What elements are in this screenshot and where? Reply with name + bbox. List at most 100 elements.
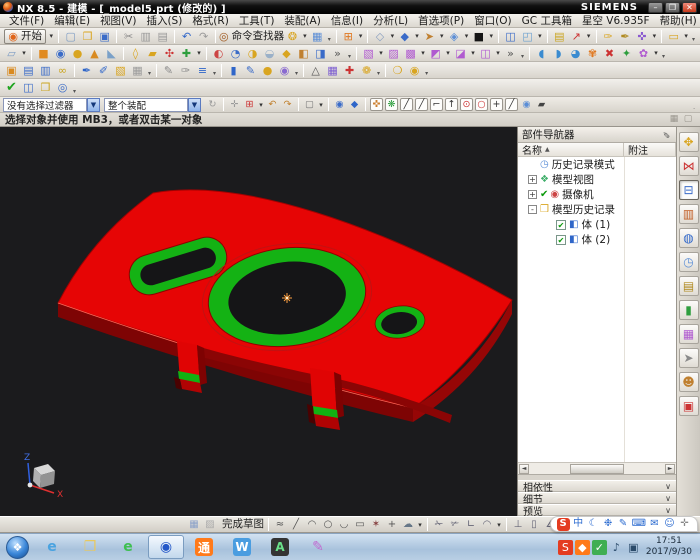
tray-network-icon[interactable]: ▣ <box>626 540 641 555</box>
restore-button[interactable]: ❐ <box>665 2 680 13</box>
tree-row-history-mode[interactable]: ◷历史记录模式 <box>518 157 676 172</box>
pattern-feature-icon[interactable]: ✚ <box>179 46 194 61</box>
selection-filter-value[interactable]: 没有选择过滤器 <box>3 98 87 112</box>
menu-analysis[interactable]: 分析(L) <box>368 13 413 28</box>
overflow-dot[interactable]: ▾ <box>692 36 695 43</box>
overflow-dot[interactable]: ▾ <box>662 53 665 60</box>
taskbar-360se[interactable]: e <box>110 535 146 559</box>
undo-icon[interactable]: ↶ <box>179 29 194 44</box>
dropdown-caret-icon[interactable]: ▾ <box>413 32 421 40</box>
dropdown-caret-icon[interactable]: ▾ <box>487 32 495 40</box>
dropdown-caret-icon[interactable]: ▾ <box>377 49 385 57</box>
chevron-down-icon[interactable]: ∨ <box>665 494 671 503</box>
chamfer-icon[interactable]: ◆ <box>279 46 294 61</box>
menu-xingkong[interactable]: 星空 V6.935F <box>577 13 655 28</box>
manufacturing-wizard-icon[interactable]: ▮ <box>679 300 699 320</box>
ruler-icon[interactable]: ▭ <box>666 29 681 44</box>
menu-tools[interactable]: 工具(T) <box>234 13 280 28</box>
line-icon[interactable]: ╱ <box>289 518 303 532</box>
wireframe-display-icon[interactable]: ◇ <box>372 29 387 44</box>
rotate-prev-icon[interactable]: ↶ <box>266 98 279 111</box>
background-swatch-icon[interactable]: ■ <box>471 29 486 44</box>
constraint-navigator-icon[interactable]: ⋈ <box>679 156 699 176</box>
ime-keyboard-icon[interactable]: ⌨ <box>632 518 646 531</box>
overflow-dot[interactable]: ▾ <box>213 70 216 77</box>
sketch-grid-icon[interactable]: ▦ <box>187 518 201 532</box>
menu-assemblies[interactable]: 装配(A) <box>279 13 325 28</box>
dropdown-caret-icon[interactable]: ▾ <box>469 49 477 57</box>
dropdown-caret-icon[interactable]: ▾ <box>47 32 55 40</box>
snap-center-icon[interactable]: ⊙ <box>460 98 473 111</box>
ball-pair-a-icon[interactable]: ❍ <box>390 63 405 78</box>
refresh-selection-icon[interactable]: ↻ <box>206 98 219 111</box>
save-icon[interactable]: ▣ <box>97 29 112 44</box>
key-link-icon[interactable]: ✑ <box>601 29 616 44</box>
web-browser-icon[interactable]: ◍ <box>679 228 699 248</box>
copy-icon[interactable]: ▥ <box>138 29 153 44</box>
ime-skin-icon[interactable]: ☺ <box>663 518 676 531</box>
tool-box-icon[interactable]: ▧ <box>113 63 128 78</box>
selection-scope-dropdown[interactable]: 整个装配 ▼ <box>104 98 201 112</box>
block-icon[interactable]: ■ <box>36 46 51 61</box>
dropdown-caret-icon[interactable]: ▾ <box>438 32 446 40</box>
inferred-dimensions-icon[interactable]: ▯ <box>527 518 541 532</box>
more-sync-icon[interactable]: » <box>503 46 518 61</box>
dropdown-caret-icon[interactable]: ▾ <box>495 521 503 529</box>
expand-box-icon[interactable]: + <box>528 190 537 199</box>
boss-icon[interactable]: ◉ <box>53 46 68 61</box>
show-hide-icon[interactable]: ◈ <box>447 29 462 44</box>
tree-row-model-history[interactable]: -❒模型历史记录 <box>518 202 676 217</box>
taskbar-nx[interactable]: ◉ <box>148 535 184 559</box>
snap-quadrant-icon[interactable]: ○ <box>475 98 488 111</box>
overflow-dot[interactable]: ▾ <box>295 70 298 77</box>
snap-point-icon[interactable]: ✜ <box>370 98 383 111</box>
clip-section-icon[interactable]: ▦ <box>668 114 680 126</box>
shell-icon[interactable]: ◒ <box>262 46 277 61</box>
ime-chinese-icon[interactable]: 中 <box>572 518 585 531</box>
snap-sphere-icon[interactable]: ◉ <box>520 98 533 111</box>
screen-split-icon[interactable]: ⊞ <box>341 29 356 44</box>
bend-contour-icon[interactable]: ◗ <box>551 46 566 61</box>
tree-row-model-views[interactable]: +❖模型视图 <box>518 172 676 187</box>
column-name[interactable]: 名称 ▲ <box>518 143 624 156</box>
snap-rotate-icon[interactable]: ❋ <box>385 98 398 111</box>
ime-moon-icon[interactable]: ☾ <box>587 518 600 531</box>
hole-icon[interactable]: ◐ <box>211 46 226 61</box>
selection-scope-value[interactable]: 整个装配 <box>104 98 188 112</box>
highlight-eye-icon[interactable]: ◉ <box>333 98 346 111</box>
shaded-display-icon[interactable]: ◆ <box>397 29 412 44</box>
datum-plane-icon[interactable]: ◊ <box>128 46 143 61</box>
selection-filter-caret-icon[interactable]: ▼ <box>87 98 100 112</box>
triangle-mesh-icon[interactable]: △ <box>308 63 323 78</box>
start-menu-icon[interactable]: ◉开始 <box>4 29 46 44</box>
history-palette-icon[interactable]: ◷ <box>679 252 699 272</box>
open-file-icon[interactable]: ❒ <box>80 29 95 44</box>
new-file-icon[interactable]: ▢ <box>63 29 78 44</box>
assembly-sequence-icon[interactable]: ↗ <box>569 29 584 44</box>
tray-wangwang-icon[interactable]: ◆ <box>575 540 590 555</box>
dropdown-caret-icon[interactable]: ▾ <box>419 49 427 57</box>
overflow-dot[interactable]: ▾ <box>73 88 76 95</box>
gateway-arrow-icon[interactable]: ➤ <box>679 348 699 368</box>
taskbar-image-app[interactable]: A <box>262 535 298 559</box>
part-families-icon[interactable]: ▤ <box>21 63 36 78</box>
rectangle-icon[interactable]: ▭ <box>353 518 367 532</box>
paste-icon[interactable]: ▤ <box>155 29 170 44</box>
select-general-icon[interactable]: ✛ <box>228 98 241 111</box>
menu-insert[interactable]: 插入(S) <box>141 13 187 28</box>
roles-icon[interactable]: ☻ <box>679 372 699 392</box>
model-canvas[interactable]: X Z <box>0 127 517 516</box>
display-glasses-icon[interactable]: ◎ <box>55 80 70 95</box>
menu-information[interactable]: 信息(I) <box>326 13 368 28</box>
dropdown-caret-icon[interactable]: ▾ <box>651 32 659 40</box>
snap-view-icon[interactable]: ◰ <box>520 29 535 44</box>
chevron-down-icon[interactable]: ∨ <box>665 482 671 491</box>
selection-scope-caret-icon[interactable]: ▼ <box>188 98 201 112</box>
rotate-next-icon[interactable]: ↷ <box>281 98 294 111</box>
minimize-button[interactable]: – <box>648 2 663 13</box>
dropdown-caret-icon[interactable]: ▾ <box>585 32 593 40</box>
section-preview[interactable]: 预览∨ <box>518 504 676 516</box>
close-button[interactable]: ✕ <box>682 2 697 13</box>
part-navigator-icon[interactable]: ⊟ <box>679 180 699 200</box>
command-finder-icon[interactable]: ◎命令查找器 <box>220 29 283 44</box>
